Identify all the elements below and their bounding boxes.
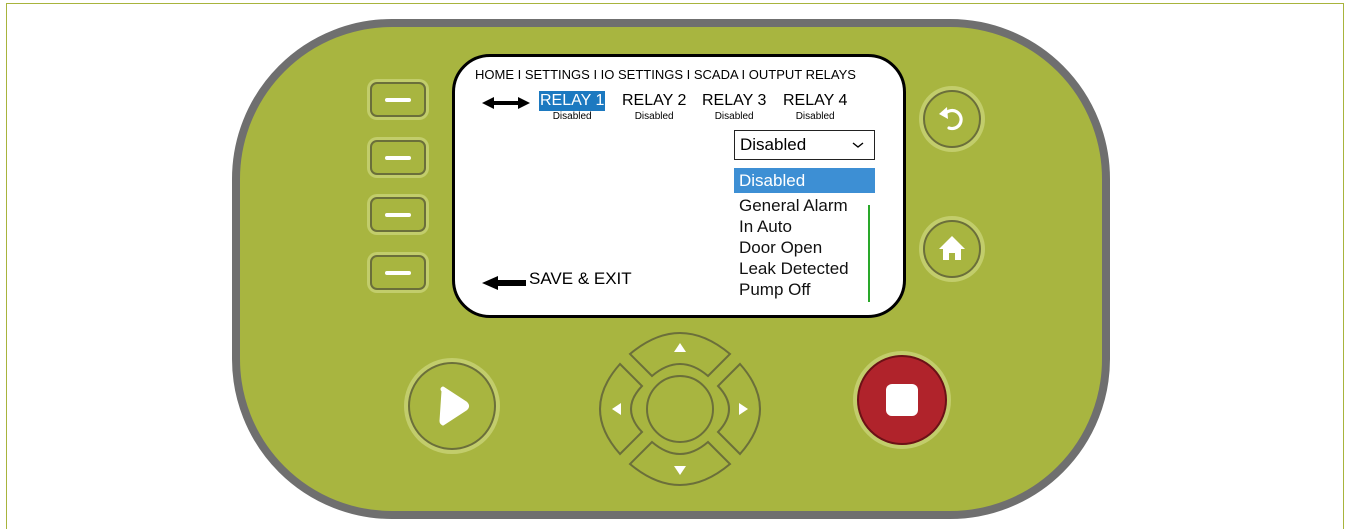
relay-status: Disabled bbox=[552, 111, 592, 122]
play-button[interactable] bbox=[408, 362, 496, 450]
relay-status: Disabled bbox=[795, 111, 835, 122]
chevron-down-icon bbox=[852, 142, 864, 148]
relay-status: Disabled bbox=[714, 111, 754, 122]
relay-label: RELAY 2 bbox=[622, 92, 687, 109]
dpad-up-button[interactable] bbox=[628, 332, 732, 378]
option-leak-detected[interactable]: Leak Detected bbox=[734, 258, 875, 279]
option-door-open[interactable]: Door Open bbox=[734, 237, 875, 258]
select-value: Disabled bbox=[740, 135, 807, 154]
relay-status: Disabled bbox=[634, 111, 674, 122]
play-icon bbox=[439, 386, 469, 426]
relay-tab-3[interactable]: RELAY 3 Disabled bbox=[701, 91, 767, 122]
back-button[interactable] bbox=[923, 90, 981, 148]
relay-tab-2[interactable]: RELAY 2 Disabled bbox=[621, 91, 687, 122]
relay-tab-4[interactable]: RELAY 4 Disabled bbox=[782, 91, 848, 122]
breadcrumb: HOME I SETTINGS I IO SETTINGS I SCADA I … bbox=[475, 67, 856, 82]
lcd-screen: HOME I SETTINGS I IO SETTINGS I SCADA I … bbox=[452, 54, 906, 318]
option-general-alarm[interactable]: General Alarm bbox=[734, 195, 875, 216]
relay-label: RELAY 4 bbox=[783, 92, 848, 109]
option-list: Disabled General Alarm In Auto Door Open… bbox=[734, 168, 875, 300]
save-exit-label: SAVE & EXIT bbox=[529, 269, 632, 288]
left-right-arrow-icon bbox=[482, 97, 530, 109]
home-icon bbox=[939, 236, 965, 260]
option-disabled[interactable]: Disabled bbox=[734, 168, 875, 193]
soft-key-dash bbox=[385, 156, 411, 160]
relay-mode-select[interactable]: Disabled bbox=[734, 130, 875, 160]
relay-tab-1[interactable]: RELAY 1 Disabled bbox=[539, 91, 606, 122]
home-button[interactable] bbox=[923, 220, 981, 278]
option-in-auto[interactable]: In Auto bbox=[734, 216, 875, 237]
left-arrow-icon bbox=[482, 276, 526, 290]
dpad bbox=[599, 332, 761, 486]
stop-button[interactable] bbox=[857, 355, 947, 445]
soft-key-dash bbox=[385, 271, 411, 275]
stop-icon bbox=[886, 384, 918, 416]
relay-label: RELAY 3 bbox=[702, 92, 767, 109]
option-scrollbar[interactable] bbox=[868, 205, 870, 302]
soft-key-1[interactable] bbox=[370, 82, 426, 117]
soft-key-4[interactable] bbox=[370, 255, 426, 290]
option-pump-off[interactable]: Pump Off bbox=[734, 279, 875, 300]
relay-label: RELAY 1 bbox=[539, 91, 606, 111]
back-icon bbox=[939, 107, 963, 131]
dpad-center-button[interactable] bbox=[646, 375, 714, 443]
soft-key-dash bbox=[385, 98, 411, 102]
soft-key-2[interactable] bbox=[370, 140, 426, 175]
soft-key-3[interactable] bbox=[370, 197, 426, 232]
soft-key-dash bbox=[385, 213, 411, 217]
dpad-down-button[interactable] bbox=[628, 440, 732, 486]
